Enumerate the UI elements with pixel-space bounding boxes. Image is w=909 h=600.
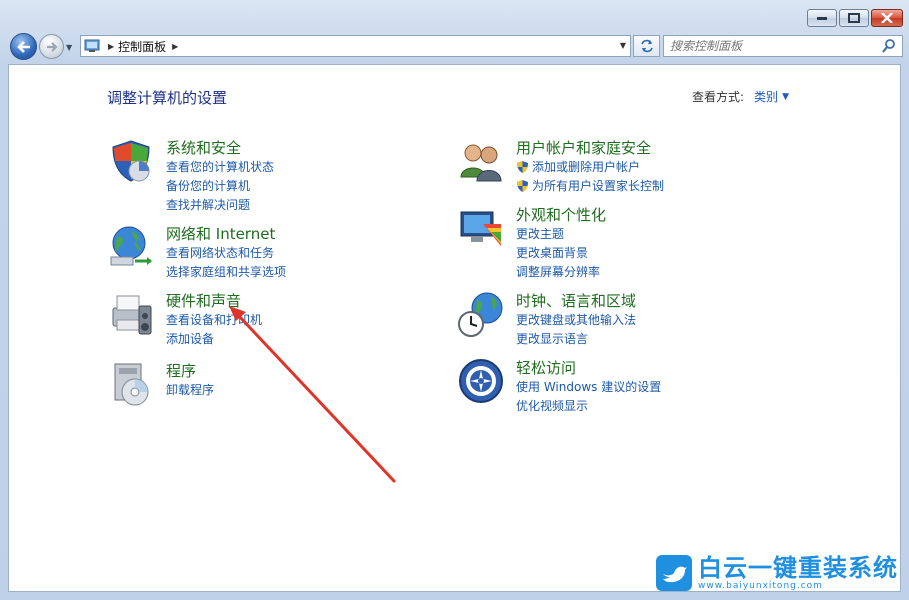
minimize-icon	[817, 17, 827, 20]
link-add-remove-accounts[interactable]: 添加或删除用户帐户	[516, 157, 664, 176]
category-title[interactable]: 网络和 Internet	[166, 223, 275, 244]
link-screen-resolution[interactable]: 调整屏幕分辨率	[516, 262, 600, 281]
link-view-computer-status[interactable]: 查看您的计算机状态	[166, 157, 274, 176]
category-links: 查看网络状态和任务 选择家庭组和共享选项	[166, 243, 286, 281]
category-programs: 程序 卸载程序	[107, 360, 437, 422]
window-frame: ▼ ▶ 控制面板 ▶ ▼ 搜索控制面板 调整计算机的设置 查看方式: 类别 ▼ …	[0, 0, 909, 600]
view-by: 查看方式: 类别 ▼	[692, 88, 789, 105]
category-title[interactable]: 轻松访问	[516, 357, 576, 378]
users-icon	[460, 144, 502, 182]
link-label[interactable]: 添加或删除用户帐户	[532, 158, 640, 175]
link-add-device[interactable]: 添加设备	[166, 329, 262, 348]
network-globe-icon	[110, 226, 152, 266]
category-title[interactable]: 系统和安全	[166, 137, 241, 158]
watermark: 白云一键重装系统 www.baiyunxitong.com	[656, 553, 902, 593]
printer-speaker-icon	[112, 295, 152, 335]
category-title[interactable]: 用户帐户和家庭安全	[516, 137, 651, 158]
category-clock-language-region: 时钟、语言和区域 更改键盘或其他输入法 更改显示语言	[457, 290, 787, 352]
clock-globe-icon	[458, 292, 503, 337]
link-change-keyboards[interactable]: 更改键盘或其他输入法	[516, 310, 636, 329]
category-ease-of-access: 轻松访问 使用 Windows 建议的设置 优化视频显示	[457, 357, 787, 419]
link-find-fix-problems[interactable]: 查找并解决问题	[166, 195, 274, 214]
refresh-button[interactable]	[633, 35, 660, 57]
link-label[interactable]: 为所有用户设置家长控制	[532, 177, 664, 194]
category-links: 卸载程序	[166, 380, 214, 399]
appearance-monitor-icon	[460, 211, 501, 246]
navigation-bar: ▼ ▶ 控制面板 ▶ ▼	[8, 31, 903, 61]
back-button[interactable]	[10, 33, 37, 60]
refresh-icon	[640, 39, 653, 53]
link-change-background[interactable]: 更改桌面背景	[516, 243, 600, 262]
maximize-button[interactable]	[839, 9, 869, 27]
category-links: 查看您的计算机状态 备份您的计算机 查找并解决问题	[166, 157, 274, 214]
address-dropdown-icon[interactable]: ▼	[620, 41, 626, 50]
security-shield-icon	[112, 140, 150, 182]
category-links: 使用 Windows 建议的设置 优化视频显示	[516, 377, 661, 415]
control-panel-icon	[84, 39, 100, 52]
category-links: 更改键盘或其他输入法 更改显示语言	[516, 310, 636, 348]
category-user-accounts: 用户帐户和家庭安全 添加或删除用户帐户 为所有用户设置家长控制	[457, 137, 787, 199]
category-title[interactable]: 程序	[166, 360, 196, 381]
maximize-icon	[848, 13, 860, 23]
category-hardware-sound: 硬件和声音 查看设备和打印机 添加设备	[107, 290, 437, 352]
category-links: 添加或删除用户帐户 为所有用户设置家长控制	[516, 157, 664, 195]
category-title[interactable]: 硬件和声音	[166, 290, 241, 311]
link-parental-controls[interactable]: 为所有用户设置家长控制	[516, 176, 664, 195]
breadcrumb-control-panel[interactable]: 控制面板	[118, 38, 166, 55]
link-backup-computer[interactable]: 备份您的计算机	[166, 176, 274, 195]
uac-shield-icon	[517, 160, 528, 173]
category-links: 更改主题 更改桌面背景 调整屏幕分辨率	[516, 224, 600, 281]
search-icon[interactable]	[881, 38, 897, 54]
history-dropdown-icon[interactable]: ▼	[66, 43, 72, 52]
close-button[interactable]	[871, 9, 903, 27]
search-input[interactable]	[664, 37, 881, 55]
bird-logo-icon	[656, 555, 692, 591]
close-icon	[881, 13, 893, 23]
forward-arrow-icon	[46, 41, 58, 52]
category-title[interactable]: 外观和个性化	[516, 204, 606, 225]
breadcrumb-separator-icon[interactable]: ▶	[108, 42, 114, 51]
link-display-language[interactable]: 更改显示语言	[516, 329, 636, 348]
view-by-label: 查看方式:	[692, 90, 745, 104]
back-arrow-icon	[16, 40, 30, 53]
category-system-security: 系统和安全 查看您的计算机状态 备份您的计算机 查找并解决问题	[107, 137, 437, 217]
link-uninstall-program[interactable]: 卸载程序	[166, 380, 214, 399]
address-bar[interactable]: ▶ 控制面板 ▶ ▼	[80, 35, 631, 57]
link-view-network-status[interactable]: 查看网络状态和任务	[166, 243, 286, 262]
forward-button[interactable]	[39, 34, 64, 59]
breadcrumb-separator-icon[interactable]: ▶	[172, 42, 178, 51]
category-links: 查看设备和打印机 添加设备	[166, 310, 262, 348]
category-network-internet: 网络和 Internet 查看网络状态和任务 选择家庭组和共享选项	[107, 223, 437, 285]
category-title[interactable]: 时钟、语言和区域	[516, 290, 636, 311]
caption-buttons	[807, 9, 903, 27]
page-title: 调整计算机的设置	[107, 89, 228, 107]
link-homegroup-sharing[interactable]: 选择家庭组和共享选项	[166, 262, 286, 281]
uac-shield-icon	[517, 179, 528, 192]
link-optimize-display[interactable]: 优化视频显示	[516, 396, 661, 415]
minimize-button[interactable]	[807, 9, 837, 27]
ease-of-access-icon	[459, 359, 503, 403]
search-box[interactable]	[663, 35, 903, 57]
category-appearance: 外观和个性化 更改主题 更改桌面背景 调整屏幕分辨率	[457, 204, 787, 284]
content-area: 调整计算机的设置 查看方式: 类别 ▼ 系统和安全 查看您的计算机状态 备份您的…	[8, 64, 901, 592]
chevron-down-icon[interactable]: ▼	[782, 92, 789, 102]
watermark-url: www.baiyunxitong.com	[698, 581, 823, 591]
link-change-theme[interactable]: 更改主题	[516, 224, 600, 243]
watermark-name: 白云一键重装系统	[698, 554, 898, 582]
link-devices-printers[interactable]: 查看设备和打印机	[166, 310, 262, 329]
watermark-text: 白云一键重装系统 www.baiyunxitong.com	[698, 555, 898, 591]
view-by-dropdown[interactable]: 类别	[754, 88, 778, 105]
programs-disc-icon	[114, 363, 149, 406]
link-recommended-settings[interactable]: 使用 Windows 建议的设置	[516, 377, 661, 396]
